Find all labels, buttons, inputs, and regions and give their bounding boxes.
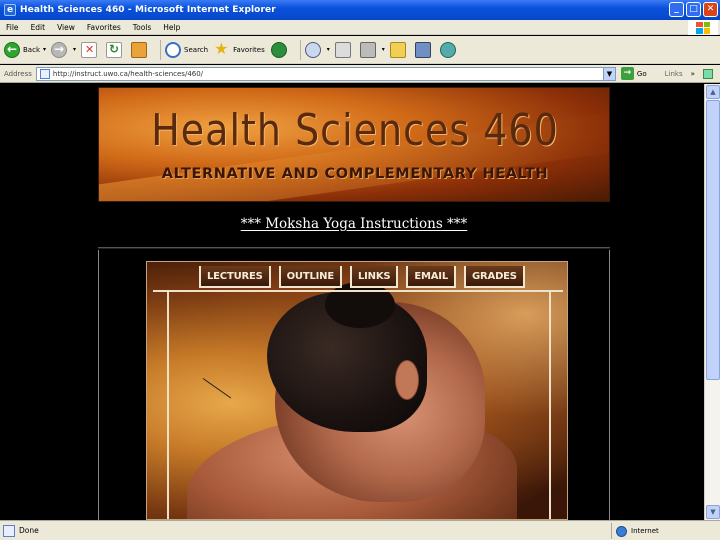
back-label: Back	[23, 45, 40, 54]
security-zone: Internet	[611, 523, 720, 539]
toolbar-separator	[160, 39, 162, 60]
back-dropdown-icon[interactable]: ▾	[43, 46, 46, 53]
history-icon	[270, 41, 287, 58]
address-label: Address	[4, 69, 32, 78]
ie-icon: e	[4, 4, 16, 16]
scroll-down-icon[interactable]: ▼	[706, 505, 720, 519]
home-button[interactable]	[131, 41, 150, 58]
nav-lectures[interactable]: LECTURES	[199, 266, 271, 288]
edit-button[interactable]	[359, 41, 379, 58]
horizontal-rule	[98, 247, 610, 249]
refresh-button[interactable]	[106, 41, 125, 58]
search-button[interactable]: Search	[165, 41, 209, 58]
course-banner: Health Sciences 460 ALTERNATIVE AND COMP…	[98, 87, 610, 202]
links-label[interactable]: Links	[665, 70, 683, 78]
window-titlebar: e Health Sciences 460 - Microsoft Intern…	[0, 0, 720, 20]
mail-button[interactable]	[304, 41, 324, 58]
window-title: Health Sciences 460 - Microsoft Internet…	[20, 5, 276, 15]
forward-arrow-icon	[51, 41, 68, 58]
research-icon	[414, 41, 431, 58]
stop-button[interactable]	[81, 41, 100, 58]
extension-icon[interactable]	[702, 68, 713, 79]
mail-icon	[304, 41, 321, 58]
menu-bar: File Edit View Favorites Tools Help	[0, 20, 720, 35]
banner-title: Health Sciences 460	[151, 104, 559, 156]
nav-grades[interactable]: GRADES	[464, 266, 525, 288]
scroll-up-icon[interactable]: ▲	[706, 85, 720, 99]
zone-text: Internet	[631, 527, 659, 535]
stop-icon	[81, 41, 98, 58]
menu-view[interactable]: View	[51, 23, 81, 32]
menu-tools[interactable]: Tools	[127, 23, 157, 32]
url-input[interactable]	[52, 69, 593, 78]
menu-edit[interactable]: Edit	[25, 23, 52, 32]
links-chevron-icon[interactable]: »	[691, 70, 695, 78]
print-button[interactable]	[334, 41, 354, 58]
maximize-button[interactable]: □	[686, 2, 701, 17]
minimize-button[interactable]: _	[669, 2, 684, 17]
address-bar: Address ▼ → Go Links »	[0, 65, 720, 83]
nav-links[interactable]: LINKS	[349, 266, 399, 288]
status-bar: Done Internet	[0, 520, 720, 540]
vertical-scrollbar[interactable]: ▲ ▼	[704, 84, 720, 520]
address-dropdown-icon[interactable]: ▼	[602, 67, 615, 80]
forward-dropdown-icon[interactable]: ▾	[73, 46, 76, 53]
favorites-label: Favorites	[233, 45, 265, 54]
close-button[interactable]: ✕	[703, 2, 718, 17]
go-button[interactable]: → Go	[620, 67, 647, 80]
page-content: Health Sciences 460 ALTERNATIVE AND COMP…	[0, 84, 704, 520]
toolbar-separator	[299, 39, 301, 60]
banner-subtitle: ALTERNATIVE AND COMPLEMENTARY HEALTH	[161, 166, 549, 182]
back-arrow-icon	[4, 41, 20, 58]
print-icon	[334, 41, 351, 58]
back-button[interactable]: Back	[4, 41, 40, 58]
nav-outline[interactable]: OUTLINE	[278, 266, 342, 288]
messenger-icon	[439, 41, 456, 58]
page-icon	[39, 68, 50, 79]
forward-button[interactable]	[51, 41, 70, 58]
folder-icon	[389, 41, 406, 58]
favorites-button[interactable]: Favorites	[214, 39, 265, 58]
search-label: Search	[184, 45, 209, 54]
status-text: Done	[19, 526, 39, 535]
hero-image: LECTURES OUTLINE LINKS EMAIL GRADES	[146, 261, 568, 520]
mail-dropdown-icon[interactable]: ▾	[327, 46, 330, 53]
go-label: Go	[636, 69, 647, 78]
history-button[interactable]	[270, 41, 290, 58]
edit-dropdown-icon[interactable]: ▾	[382, 46, 385, 53]
windows-logo-icon	[688, 20, 718, 35]
nav-frame	[167, 290, 551, 519]
folder-button[interactable]	[389, 41, 409, 58]
scroll-thumb[interactable]	[706, 100, 720, 380]
search-icon	[165, 41, 182, 58]
menu-help[interactable]: Help	[157, 23, 186, 32]
go-arrow-icon: →	[620, 67, 634, 80]
refresh-icon	[106, 41, 123, 58]
nav-email[interactable]: EMAIL	[406, 266, 457, 288]
window-controls: _ □ ✕	[669, 2, 718, 17]
edit-icon	[359, 41, 376, 58]
page-heading-text: *** Moksha Yoga Instructions ***	[240, 216, 468, 232]
internet-zone-icon	[616, 525, 627, 537]
home-icon	[131, 41, 148, 58]
course-nav: LECTURES OUTLINE LINKS EMAIL GRADES	[199, 266, 525, 288]
address-field[interactable]: ▼	[35, 66, 616, 81]
research-button[interactable]	[414, 41, 434, 58]
favorites-star-icon	[214, 39, 230, 58]
standard-toolbar: Back ▾ ▾ Search Favorites ▾ ▾	[0, 36, 720, 64]
menu-file[interactable]: File	[0, 23, 25, 32]
page-heading: *** Moksha Yoga Instructions ***	[98, 216, 610, 232]
messenger-button[interactable]	[439, 41, 459, 58]
menu-favorites[interactable]: Favorites	[81, 23, 127, 32]
page-status-icon	[3, 524, 15, 537]
